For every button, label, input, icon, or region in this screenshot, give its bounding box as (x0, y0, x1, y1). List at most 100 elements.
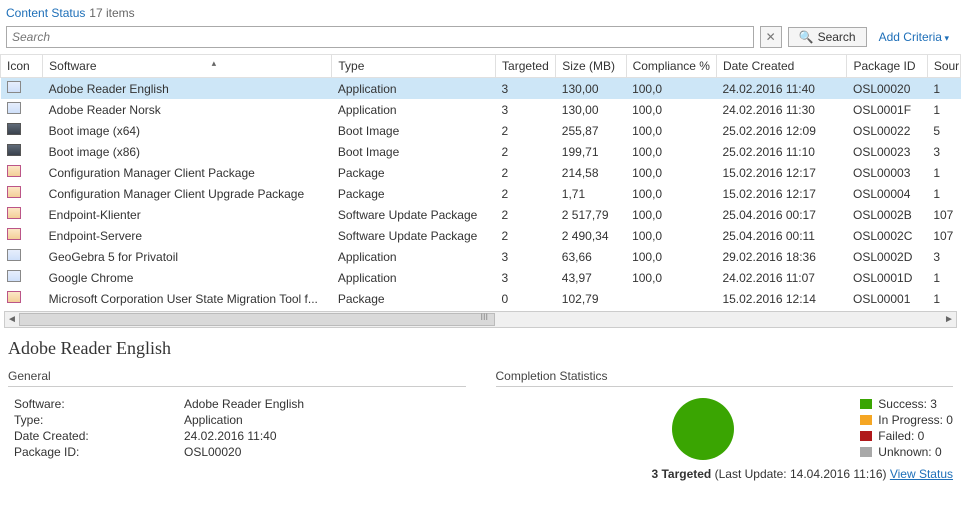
table-row[interactable]: Configuration Manager Client PackagePack… (1, 162, 961, 183)
cell-compliance: 100,0 (626, 99, 716, 120)
horizontal-scrollbar[interactable]: ◄ III ► (4, 311, 957, 328)
column-header-package-id[interactable]: Package ID (847, 55, 927, 78)
cell-targeted: 3 (496, 267, 556, 288)
column-header-source[interactable]: Sour (927, 55, 960, 78)
cell-date: 25.02.2016 11:10 (716, 141, 847, 162)
row-icon (7, 81, 21, 93)
table-row[interactable]: GeoGebra 5 for PrivatoilApplication363,6… (1, 246, 961, 267)
cell-targeted: 2 (496, 162, 556, 183)
cell-package-id: OSL00022 (847, 120, 927, 141)
cell-source: 1 (927, 162, 960, 183)
cell-size: 2 490,34 (556, 225, 626, 246)
targeted-count: 3 Targeted (651, 467, 711, 481)
cell-package-id: OSL00004 (847, 183, 927, 204)
cell-size: 1,71 (556, 183, 626, 204)
scroll-thumb[interactable] (19, 313, 495, 326)
cell-software: Google Chrome (43, 267, 332, 288)
search-input[interactable] (6, 26, 754, 48)
column-header-type[interactable]: Type (332, 55, 496, 78)
cell-targeted: 2 (496, 120, 556, 141)
cell-compliance: 100,0 (626, 267, 716, 288)
cell-targeted: 3 (496, 246, 556, 267)
table-row[interactable]: Boot image (x64)Boot Image2255,87100,025… (1, 120, 961, 141)
header-count: 17 items (89, 6, 134, 20)
cell-package-id: OSL0002C (847, 225, 927, 246)
cell-type: Application (332, 246, 496, 267)
cell-targeted: 2 (496, 225, 556, 246)
row-icon (7, 144, 21, 156)
cell-software: Adobe Reader Norsk (43, 99, 332, 120)
cell-size: 130,00 (556, 78, 626, 100)
column-header-row: Icon Software Type Targeted Size (MB) Co… (1, 55, 961, 78)
cell-package-id: OSL0001D (847, 267, 927, 288)
cell-size: 214,58 (556, 162, 626, 183)
swatch-failed (860, 431, 872, 441)
swatch-success (860, 399, 872, 409)
table-row[interactable]: Adobe Reader EnglishApplication3130,0010… (1, 78, 961, 100)
targeted-rest: (Last Update: 14.04.2016 11:16) (711, 467, 890, 481)
legend-success: Success: 3 (878, 397, 937, 411)
swatch-progress (860, 415, 872, 425)
row-icon (7, 249, 21, 261)
cell-targeted: 0 (496, 288, 556, 309)
column-header-size[interactable]: Size (MB) (556, 55, 626, 78)
table-row[interactable]: Endpoint-KlienterSoftware Update Package… (1, 204, 961, 225)
cell-software: Endpoint-Klienter (43, 204, 332, 225)
kv-software-key: Software: (14, 397, 184, 411)
cell-date: 25.04.2016 00:17 (716, 204, 847, 225)
scroll-right-arrow-icon[interactable]: ► (942, 312, 956, 327)
header-title: Content Status (6, 6, 85, 20)
search-button-label: Search (818, 30, 856, 44)
swatch-unknown (860, 447, 872, 457)
row-icon (7, 270, 21, 282)
row-icon (7, 123, 21, 135)
cell-software: Endpoint-Servere (43, 225, 332, 246)
add-criteria-button[interactable]: Add Criteria (873, 30, 955, 44)
cell-targeted: 2 (496, 183, 556, 204)
cell-date: 15.02.2016 12:17 (716, 162, 847, 183)
cell-compliance (626, 288, 716, 309)
cell-source: 5 (927, 120, 960, 141)
cell-type: Boot Image (332, 120, 496, 141)
table-row[interactable]: Boot image (x86)Boot Image2199,71100,025… (1, 141, 961, 162)
cell-targeted: 2 (496, 204, 556, 225)
cell-compliance: 100,0 (626, 204, 716, 225)
row-icon (7, 207, 21, 219)
column-header-compliance[interactable]: Compliance % (626, 55, 716, 78)
cell-software: Microsoft Corporation User State Migrati… (43, 288, 332, 309)
table-row[interactable]: Microsoft Corporation User State Migrati… (1, 288, 961, 309)
cell-compliance: 100,0 (626, 141, 716, 162)
cell-source: 107 (927, 204, 960, 225)
column-header-targeted[interactable]: Targeted (496, 55, 556, 78)
column-header-date[interactable]: Date Created (716, 55, 847, 78)
cell-source: 3 (927, 246, 960, 267)
legend-progress: In Progress: 0 (878, 413, 953, 427)
legend-failed: Failed: 0 (878, 429, 924, 443)
detail-title: Adobe Reader English (8, 338, 953, 359)
cell-size: 2 517,79 (556, 204, 626, 225)
cell-targeted: 2 (496, 141, 556, 162)
legend: Success: 3 In Progress: 0 Failed: 0 Unkn… (860, 397, 953, 461)
grid: Icon Software Type Targeted Size (MB) Co… (0, 54, 961, 328)
view-status-link[interactable]: View Status (890, 467, 953, 481)
general-panel: General Software:Adobe Reader English Ty… (8, 369, 466, 481)
column-header-icon[interactable]: Icon (1, 55, 43, 78)
cell-software: Boot image (x86) (43, 141, 332, 162)
table-row[interactable]: Endpoint-ServereSoftware Update Package2… (1, 225, 961, 246)
kv-type-key: Type: (14, 413, 184, 427)
cell-type: Application (332, 78, 496, 100)
table-row[interactable]: Adobe Reader NorskApplication3130,00100,… (1, 99, 961, 120)
table-row[interactable]: Google ChromeApplication343,97100,024.02… (1, 267, 961, 288)
clear-search-button[interactable]: ✕ (760, 26, 782, 48)
cell-type: Package (332, 183, 496, 204)
cell-date: 15.02.2016 12:14 (716, 288, 847, 309)
general-panel-header: General (8, 369, 466, 387)
scroll-left-arrow-icon[interactable]: ◄ (5, 312, 19, 327)
cell-package-id: OSL0002D (847, 246, 927, 267)
cell-type: Package (332, 288, 496, 309)
targeted-status-line: 3 Targeted (Last Update: 14.04.2016 11:1… (496, 467, 954, 481)
column-header-software[interactable]: Software (43, 55, 332, 78)
cell-compliance: 100,0 (626, 225, 716, 246)
table-row[interactable]: Configuration Manager Client Upgrade Pac… (1, 183, 961, 204)
search-button[interactable]: 🔍 Search (788, 27, 867, 47)
